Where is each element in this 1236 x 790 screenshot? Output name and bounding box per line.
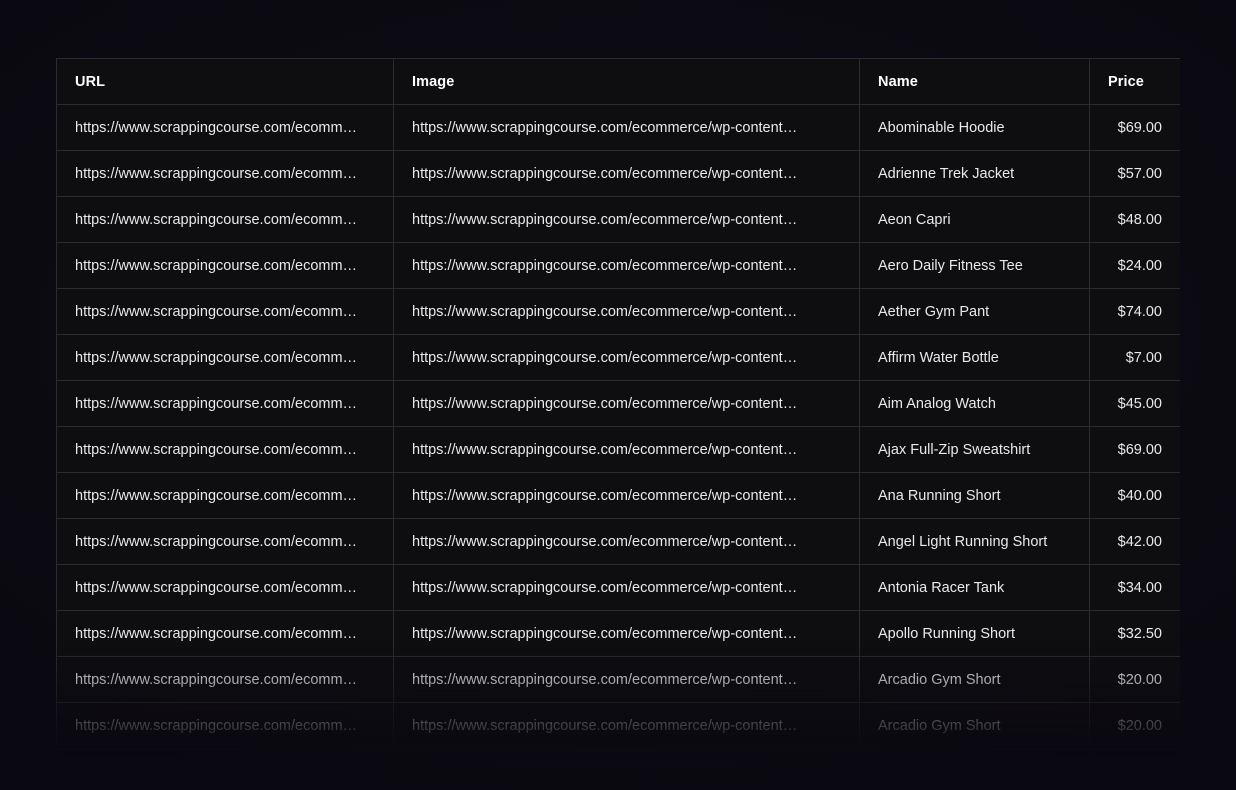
cell-name: Adrienne Trek Jacket	[860, 151, 1090, 197]
table-row[interactable]: https://www.scrappingcourse.com/ecomm…ht…	[57, 749, 1181, 759]
cell-url: https://www.scrappingcourse.com/ecomm…	[57, 565, 394, 611]
cell-image: https://www.scrappingcourse.com/ecommerc…	[394, 105, 860, 151]
cell-url: https://www.scrappingcourse.com/ecomm…	[57, 289, 394, 335]
cell-price: $20.00	[1090, 657, 1181, 703]
cell-name: Antonia Racer Tank	[860, 565, 1090, 611]
cell-name: Ajax Full-Zip Sweatshirt	[860, 427, 1090, 473]
cell-image: https://www.scrappingcourse.com/ecommerc…	[394, 335, 860, 381]
table-row[interactable]: https://www.scrappingcourse.com/ecomm…ht…	[57, 657, 1181, 703]
cell-url: https://www.scrappingcourse.com/ecomm…	[57, 611, 394, 657]
cell-name: Affirm Water Bottle	[860, 335, 1090, 381]
cell-name: Arcadio Gym Short	[860, 703, 1090, 749]
cell-name: Aeon Capri	[860, 197, 1090, 243]
cell-url: https://www.scrappingcourse.com/ecomm…	[57, 105, 394, 151]
cell-price: $42.00	[1090, 519, 1181, 565]
column-header-image[interactable]: Image	[394, 59, 860, 105]
table-row[interactable]: https://www.scrappingcourse.com/ecomm…ht…	[57, 197, 1181, 243]
cell-price: $20.00	[1090, 703, 1181, 749]
cell-url: https://www.scrappingcourse.com/ecomm…	[57, 243, 394, 289]
cell-url: https://www.scrappingcourse.com/ecomm…	[57, 335, 394, 381]
table-row[interactable]: https://www.scrappingcourse.com/ecomm…ht…	[57, 381, 1181, 427]
cell-url: https://www.scrappingcourse.com/ecomm…	[57, 473, 394, 519]
cell-name: Abominable Hoodie	[860, 105, 1090, 151]
cell-price: $40.00	[1090, 473, 1181, 519]
cell-url: https://www.scrappingcourse.com/ecomm…	[57, 703, 394, 749]
table-row[interactable]: https://www.scrappingcourse.com/ecomm…ht…	[57, 427, 1181, 473]
cell-name: Aether Gym Pant	[860, 289, 1090, 335]
cell-name: Arcadio Gym Short	[860, 657, 1090, 703]
cell-price: $45.00	[1090, 381, 1181, 427]
table-row[interactable]: https://www.scrappingcourse.com/ecomm…ht…	[57, 289, 1181, 335]
table-row[interactable]: https://www.scrappingcourse.com/ecomm…ht…	[57, 565, 1181, 611]
table-row[interactable]: https://www.scrappingcourse.com/ecomm…ht…	[57, 105, 1181, 151]
cell-image: https://www.scrappingcourse.com/ecommerc…	[394, 243, 860, 289]
cell-price: $7.00	[1090, 335, 1181, 381]
column-header-price[interactable]: Price	[1090, 59, 1181, 105]
cell-name: Aim Analog Watch	[860, 381, 1090, 427]
cell-price: $24.00	[1090, 243, 1181, 289]
cell-name: Argus All-Weather Tank	[860, 749, 1090, 759]
cell-price: $69.00	[1090, 105, 1181, 151]
cell-url: https://www.scrappingcourse.com/ecomm…	[57, 151, 394, 197]
table-row[interactable]: https://www.scrappingcourse.com/ecomm…ht…	[57, 519, 1181, 565]
cell-price: $48.00	[1090, 197, 1181, 243]
table-header-row: URL Image Name Price	[57, 59, 1181, 105]
cell-price: $22.00	[1090, 749, 1181, 759]
cell-url: https://www.scrappingcourse.com/ecomm…	[57, 657, 394, 703]
scraped-products-table: URL Image Name Price https://www.scrappi…	[56, 58, 1180, 758]
table-row[interactable]: https://www.scrappingcourse.com/ecomm…ht…	[57, 473, 1181, 519]
cell-name: Angel Light Running Short	[860, 519, 1090, 565]
cell-url: https://www.scrappingcourse.com/ecomm…	[57, 749, 394, 759]
cell-image: https://www.scrappingcourse.com/ecommerc…	[394, 197, 860, 243]
cell-image: https://www.scrappingcourse.com/ecommerc…	[394, 565, 860, 611]
cell-url: https://www.scrappingcourse.com/ecomm…	[57, 427, 394, 473]
table-row[interactable]: https://www.scrappingcourse.com/ecomm…ht…	[57, 611, 1181, 657]
cell-image: https://www.scrappingcourse.com/ecommerc…	[394, 289, 860, 335]
column-header-url[interactable]: URL	[57, 59, 394, 105]
cell-image: https://www.scrappingcourse.com/ecommerc…	[394, 611, 860, 657]
cell-url: https://www.scrappingcourse.com/ecomm…	[57, 381, 394, 427]
cell-url: https://www.scrappingcourse.com/ecomm…	[57, 197, 394, 243]
cell-image: https://www.scrappingcourse.com/ecommerc…	[394, 151, 860, 197]
column-header-name[interactable]: Name	[860, 59, 1090, 105]
cell-price: $32.50	[1090, 611, 1181, 657]
table-scroll-viewport[interactable]: URL Image Name Price https://www.scrappi…	[56, 58, 1180, 758]
cell-image: https://www.scrappingcourse.com/ecommerc…	[394, 657, 860, 703]
table-header: URL Image Name Price	[57, 59, 1181, 105]
cell-url: https://www.scrappingcourse.com/ecomm…	[57, 519, 394, 565]
table-row[interactable]: https://www.scrappingcourse.com/ecomm…ht…	[57, 243, 1181, 289]
table-row[interactable]: https://www.scrappingcourse.com/ecomm…ht…	[57, 151, 1181, 197]
cell-price: $34.00	[1090, 565, 1181, 611]
cell-name: Apollo Running Short	[860, 611, 1090, 657]
cell-image: https://www.scrappingcourse.com/ecommerc…	[394, 519, 860, 565]
cell-image: https://www.scrappingcourse.com/ecommerc…	[394, 749, 860, 759]
cell-name: Aero Daily Fitness Tee	[860, 243, 1090, 289]
cell-image: https://www.scrappingcourse.com/ecommerc…	[394, 473, 860, 519]
table-body: https://www.scrappingcourse.com/ecomm…ht…	[57, 105, 1181, 759]
cell-price: $74.00	[1090, 289, 1181, 335]
table-row[interactable]: https://www.scrappingcourse.com/ecomm…ht…	[57, 335, 1181, 381]
table-row[interactable]: https://www.scrappingcourse.com/ecomm…ht…	[57, 703, 1181, 749]
cell-image: https://www.scrappingcourse.com/ecommerc…	[394, 381, 860, 427]
cell-price: $57.00	[1090, 151, 1181, 197]
cell-price: $69.00	[1090, 427, 1181, 473]
cell-image: https://www.scrappingcourse.com/ecommerc…	[394, 703, 860, 749]
cell-image: https://www.scrappingcourse.com/ecommerc…	[394, 427, 860, 473]
cell-name: Ana Running Short	[860, 473, 1090, 519]
